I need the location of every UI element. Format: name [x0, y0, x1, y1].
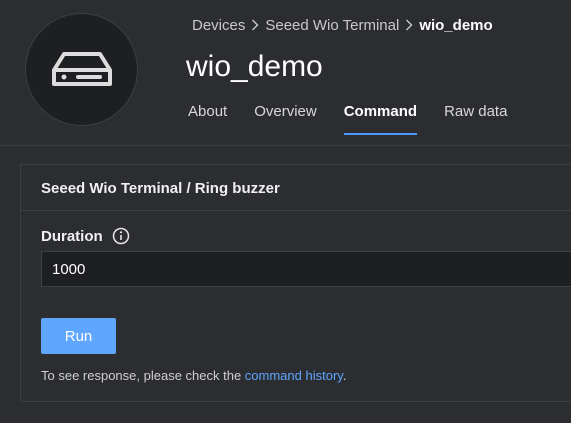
tab-command[interactable]: Command [343, 102, 418, 136]
breadcrumb: Devices Seeed Wio Terminal wio_demo [192, 15, 493, 35]
card-divider [21, 210, 571, 211]
command-history-link[interactable]: command history [245, 368, 343, 383]
tab-about[interactable]: About [188, 102, 227, 136]
device-header: Devices Seeed Wio Terminal wio_demo wio_… [0, 0, 571, 145]
tab-raw-data[interactable]: Raw data [444, 102, 507, 136]
command-content: Seeed Wio Terminal / Ring buzzer Duratio… [0, 146, 571, 423]
device-icon [52, 52, 112, 86]
duration-label-text: Duration [41, 227, 103, 245]
command-card: Seeed Wio Terminal / Ring buzzer Duratio… [20, 164, 571, 402]
chevron-right-icon [251, 19, 259, 31]
tab-bar: About Overview Command Raw data [188, 102, 534, 136]
breadcrumb-device-type[interactable]: Seeed Wio Terminal [265, 17, 399, 34]
hint-text: To see response, please check the [41, 368, 245, 383]
tab-overview[interactable]: Overview [254, 102, 317, 136]
info-icon[interactable] [112, 227, 130, 245]
chevron-right-icon [405, 19, 413, 31]
response-hint: To see response, please check the comman… [41, 368, 346, 383]
duration-input[interactable] [41, 251, 571, 287]
device-avatar [25, 13, 138, 126]
page-title: wio_demo [186, 50, 323, 83]
duration-label: Duration [41, 227, 130, 245]
command-title: Seeed Wio Terminal / Ring buzzer [41, 180, 280, 197]
hint-suffix: . [342, 368, 347, 383]
run-button[interactable]: Run [41, 318, 116, 354]
breadcrumb-current: wio_demo [419, 16, 493, 34]
breadcrumb-devices[interactable]: Devices [192, 17, 245, 34]
